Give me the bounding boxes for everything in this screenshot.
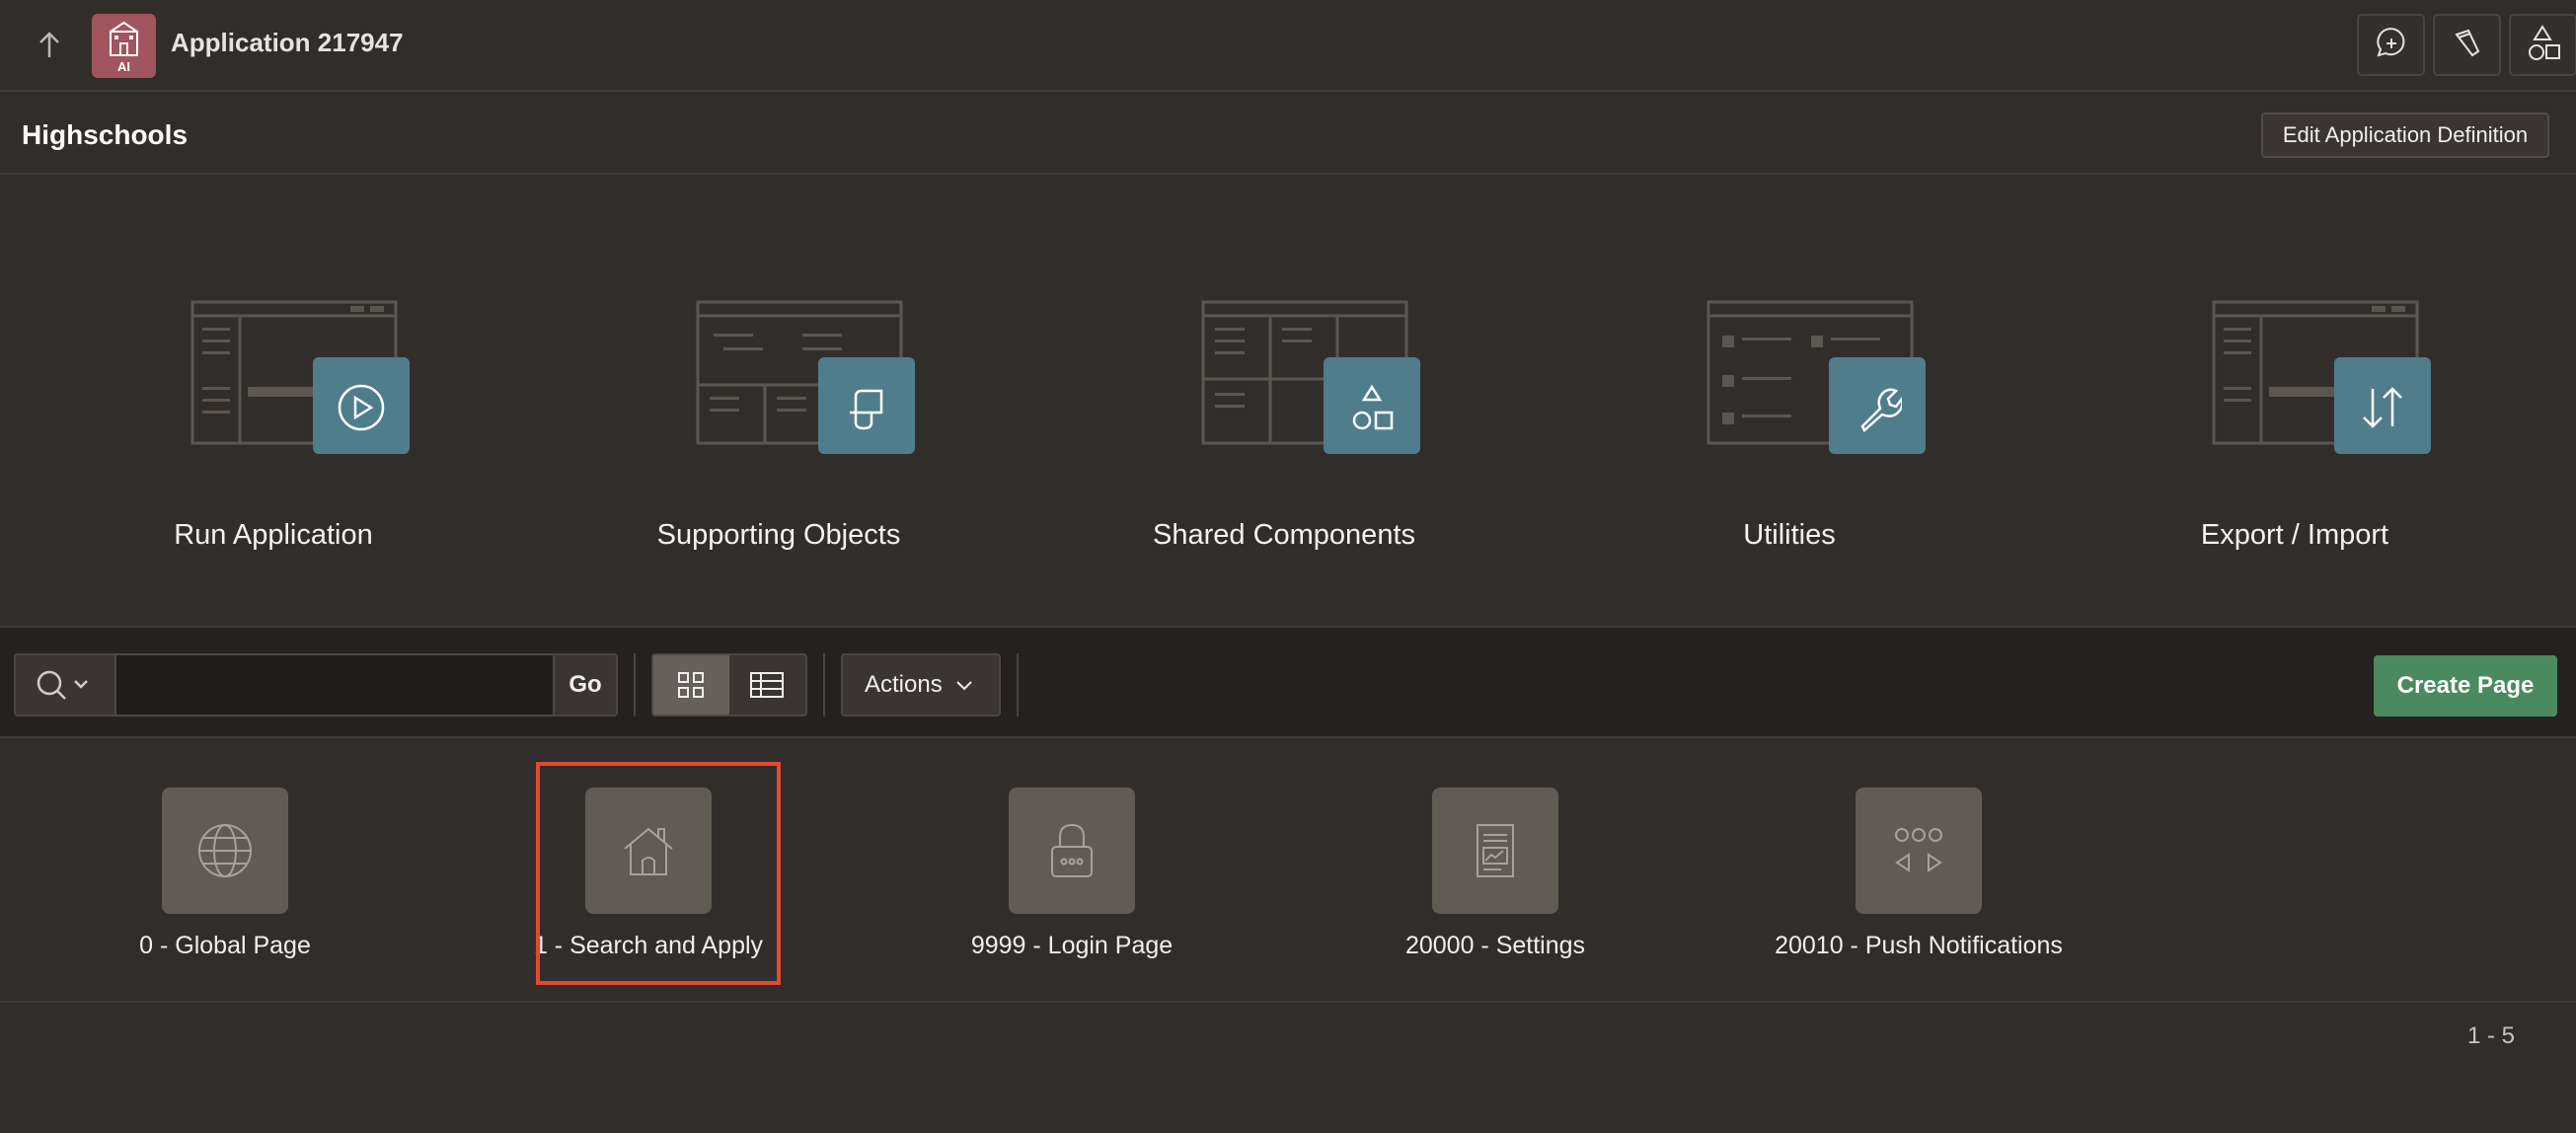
shared-components-button[interactable] xyxy=(2509,14,2576,76)
page-label: 9999 - Login Page xyxy=(970,932,1174,959)
app-icon-label: AI xyxy=(117,59,130,74)
page-item-global[interactable]: 0 - Global Page xyxy=(13,740,437,985)
feedback-button[interactable] xyxy=(2357,14,2425,76)
arrows-up-down-icon xyxy=(2363,387,2402,428)
page-icon xyxy=(1856,788,1982,914)
lock-icon xyxy=(1051,823,1093,877)
page-icon xyxy=(1009,788,1135,914)
page-label: 0 - Global Page xyxy=(139,932,311,959)
pages-toolbar: Go Actions Create Page xyxy=(0,626,2576,738)
page-item-push-notifications[interactable]: 20010 - Push Notifications xyxy=(1706,740,2131,985)
dashboard-tiles: Run Application Supporting Objects Share… xyxy=(0,176,2576,626)
toolbar-divider xyxy=(634,653,636,717)
page-label: 20000 - Settings xyxy=(1404,932,1586,959)
wrench-icon xyxy=(1860,388,1902,432)
create-page-button[interactable]: Create Page xyxy=(2374,655,2557,717)
page-label: 20010 - Push Notifications xyxy=(1775,932,2063,959)
app-title[interactable]: Application 217947 xyxy=(171,28,404,58)
page-icon xyxy=(1432,788,1558,914)
table-view-icon xyxy=(750,672,784,698)
top-bar: AI Application 217947 xyxy=(0,0,2576,92)
report-view-button[interactable] xyxy=(729,655,805,715)
app-icon: AI xyxy=(92,14,156,78)
toolbar-divider xyxy=(823,653,825,717)
actions-menu-button[interactable]: Actions xyxy=(841,653,1001,717)
page-title: Highschools xyxy=(22,119,189,150)
page-label: 1 - Search and Apply xyxy=(533,932,764,959)
page-item-search-and-apply[interactable]: 1 - Search and Apply xyxy=(436,740,861,985)
globe-icon xyxy=(198,824,252,877)
tile-label: Utilities xyxy=(1743,519,1836,551)
grid-view-icon xyxy=(678,672,704,698)
toolbar-divider xyxy=(1017,653,1019,717)
view-toggle xyxy=(651,653,807,717)
page-icon xyxy=(162,788,288,914)
pagination-info: 1 - 5 xyxy=(2467,1022,2516,1049)
shapes-icon xyxy=(1352,384,1394,430)
home-icon xyxy=(624,827,673,875)
page-header: Highschools Edit Application Definition xyxy=(0,94,2576,175)
page-item-settings[interactable]: 20000 - Settings xyxy=(1283,740,1707,985)
actions-label: Actions xyxy=(865,671,943,698)
page-icon xyxy=(585,788,712,914)
pages-grid: 0 - Global Page 1 - Search and Apply 999… xyxy=(0,740,2576,1003)
shapes-icon xyxy=(2529,25,2560,60)
push-notification-icon xyxy=(1895,828,1942,872)
tile-export-import[interactable]: Export / Import xyxy=(2042,176,2547,570)
flashlight-button[interactable] xyxy=(2433,14,2501,76)
go-button[interactable]: Go xyxy=(553,655,616,715)
play-icon xyxy=(338,384,385,431)
tile-shared-components[interactable]: Shared Components xyxy=(1031,176,1537,570)
flashlight-icon xyxy=(2455,29,2480,57)
tile-label: Run Application xyxy=(174,519,373,551)
scroll-icon xyxy=(850,389,883,430)
tile-label: Shared Components xyxy=(1153,519,1415,551)
feedback-icon xyxy=(2377,28,2405,57)
search-column-menu[interactable] xyxy=(16,655,116,715)
search-input[interactable] xyxy=(118,655,553,715)
search-bar: Go xyxy=(14,653,618,717)
tile-label: Export / Import xyxy=(2200,519,2389,551)
page-item-login[interactable]: 9999 - Login Page xyxy=(860,740,1284,985)
tile-supporting-objects[interactable]: Supporting Objects xyxy=(526,176,1031,570)
settings-page-icon xyxy=(1477,824,1514,877)
arrow-up-icon[interactable] xyxy=(30,26,69,65)
icon-view-button[interactable] xyxy=(653,655,729,715)
search-icon xyxy=(37,670,88,700)
chevron-down-icon xyxy=(956,681,973,691)
tile-utilities[interactable]: Utilities xyxy=(1537,176,2042,570)
tile-label: Supporting Objects xyxy=(656,519,901,551)
edit-application-definition-button[interactable]: Edit Application Definition xyxy=(2261,113,2549,158)
tile-run-application[interactable]: Run Application xyxy=(21,176,526,570)
